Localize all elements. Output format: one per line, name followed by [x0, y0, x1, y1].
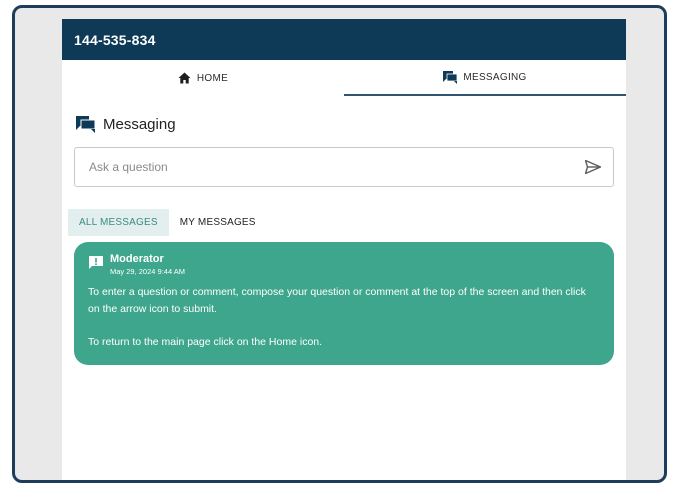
tab-messaging[interactable]: MESSAGING: [344, 60, 626, 96]
nav-tabs: HOME MESSAGING: [62, 60, 626, 96]
tab-my-messages[interactable]: MY MESSAGES: [169, 209, 267, 236]
chat-icon: [76, 116, 95, 133]
message-body: To enter a question or comment, compose …: [88, 284, 600, 351]
tab-all-messages[interactable]: ALL MESSAGES: [68, 209, 169, 236]
main-panel: 144-535-834 HOME MESSAGING Messaging Ask…: [62, 19, 626, 480]
message-filter-tabs: ALL MESSAGES MY MESSAGES: [68, 209, 626, 236]
tab-home-label: HOME: [196, 72, 229, 84]
message-paragraph: To return to the main page click on the …: [88, 336, 323, 348]
messaging-header: Messaging: [76, 116, 626, 133]
message-author: Moderator: [110, 253, 164, 265]
session-id-title: 144-535-834: [74, 31, 156, 48]
top-bar: 144-535-834: [62, 19, 626, 60]
chat-icon: [443, 70, 458, 84]
ask-question-box: [74, 147, 614, 187]
message-timestamp: May 29, 2024 9:44 AM: [110, 267, 186, 276]
send-arrow-icon[interactable]: [585, 160, 601, 174]
ask-question-input[interactable]: [87, 159, 585, 175]
tab-home[interactable]: HOME: [62, 60, 344, 96]
messaging-title: Messaging: [103, 116, 176, 133]
message-paragraph: To enter a question or comment, compose …: [88, 286, 586, 315]
home-icon: [178, 72, 191, 84]
tab-messaging-label: MESSAGING: [463, 71, 527, 83]
message-header: Moderator May 29, 2024 9:44 AM: [88, 253, 600, 276]
app-frame: 144-535-834 HOME MESSAGING Messaging Ask…: [12, 5, 667, 483]
message-bubble: Moderator May 29, 2024 9:44 AM To enter …: [74, 242, 614, 365]
alert-message-icon: [88, 255, 104, 270]
